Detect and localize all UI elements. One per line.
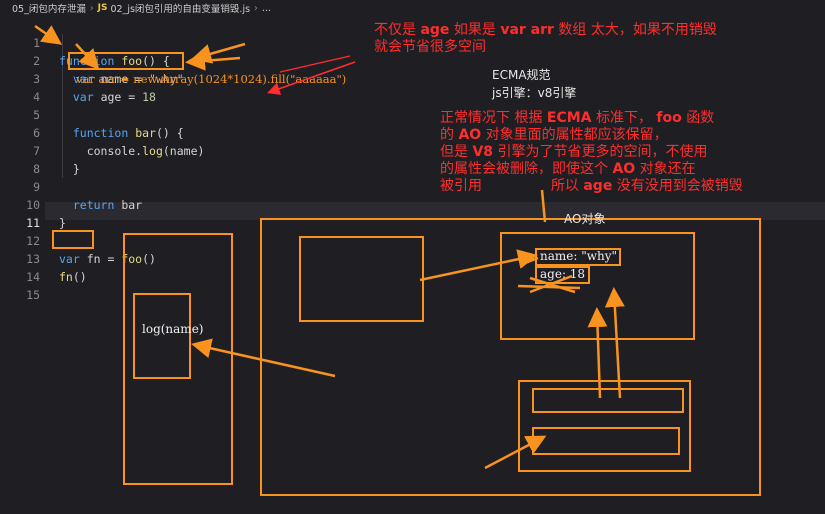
arrow [34,24,63,45]
arrows-overlay [34,24,625,470]
arrow [484,435,547,470]
arrow [75,43,100,70]
arrow [604,287,625,399]
arrow [191,42,246,64]
arrow [191,338,336,378]
arrow [266,61,356,95]
arrow [587,307,608,399]
arrow [279,55,351,73]
strike-line [517,284,581,290]
arrow [419,249,538,282]
arrow [540,189,547,223]
